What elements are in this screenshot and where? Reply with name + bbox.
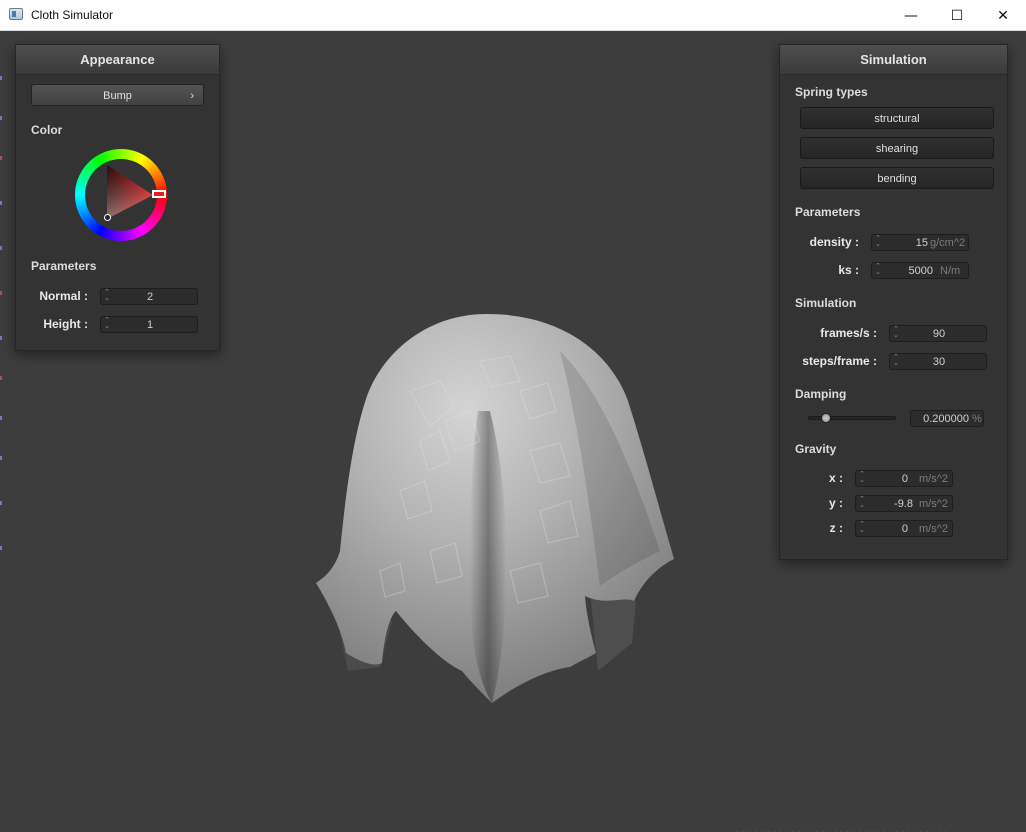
structural-label: structural xyxy=(874,113,920,125)
gravity-x-unit: m/s^2 xyxy=(919,473,948,485)
chevron-right-icon: › xyxy=(190,90,194,102)
density-value: 15 xyxy=(915,237,928,249)
height-value: 1 xyxy=(146,319,154,331)
frames-label: frames/s : xyxy=(820,326,877,340)
gravity-x-value: 0 xyxy=(901,473,908,485)
appearance-parameters-label: Parameters xyxy=(31,259,97,273)
minimize-icon: — xyxy=(904,7,918,24)
spinner-icon[interactable]: ⌃ ⌄ xyxy=(859,496,865,509)
color-wheel[interactable] xyxy=(75,149,167,241)
frames-input[interactable]: ⌃ ⌄ 90 xyxy=(889,325,987,342)
gravity-z-input[interactable]: ⌃ ⌄ 0 m/s^2 xyxy=(855,520,953,537)
appearance-panel-title: Appearance xyxy=(16,45,219,75)
damping-label: Damping xyxy=(795,387,847,401)
frames-value: 90 xyxy=(932,328,946,340)
gravity-z-value: 0 xyxy=(901,523,908,535)
gravity-y-unit: m/s^2 xyxy=(919,498,948,510)
spinner-icon[interactable]: ⌃ ⌄ xyxy=(859,521,865,534)
damping-input[interactable]: 0.200000 % xyxy=(910,410,984,427)
window-title: Cloth Simulator xyxy=(31,8,114,22)
simulation-panel[interactable]: Simulation Spring types structural shear… xyxy=(779,44,1008,560)
color-section-label: Color xyxy=(31,123,63,137)
hue-marker[interactable] xyxy=(152,190,166,198)
spinner-icon[interactable]: ⌃ ⌄ xyxy=(875,235,881,248)
spring-types-label: Spring types xyxy=(795,85,868,99)
maximize-icon: ☐ xyxy=(950,7,964,24)
sim-parameters-label: Parameters xyxy=(795,205,861,219)
structural-button[interactable]: structural xyxy=(800,107,994,129)
shader-select-label: Bump xyxy=(103,90,132,102)
damping-unit: % xyxy=(972,413,982,425)
normal-input[interactable]: ⌃ ⌄ 2 xyxy=(100,288,198,305)
normal-label: Normal : xyxy=(39,289,88,303)
gravity-x-label: x : xyxy=(828,471,843,485)
shearing-label: shearing xyxy=(875,143,919,155)
simulation-section-label: Simulation xyxy=(795,296,857,310)
bending-button[interactable]: bending xyxy=(800,167,994,189)
ks-unit: N/m xyxy=(940,265,961,277)
ks-label: ks : xyxy=(838,263,859,277)
saturation-marker[interactable] xyxy=(104,214,111,221)
cloth-back-fold-right xyxy=(590,591,636,671)
gravity-y-value: -9.8 xyxy=(894,498,913,510)
spinner-icon[interactable]: ⌃ ⌄ xyxy=(859,471,865,484)
damping-slider-knob[interactable] xyxy=(820,413,831,423)
steps-label: steps/frame : xyxy=(802,354,877,368)
steps-value: 30 xyxy=(932,356,946,368)
close-button[interactable]: ✕ xyxy=(980,0,1026,31)
close-icon: ✕ xyxy=(997,7,1009,24)
density-label: density : xyxy=(809,235,859,249)
app-icon xyxy=(9,8,23,20)
simulation-panel-title: Simulation xyxy=(780,45,1007,75)
ks-input[interactable]: ⌃ ⌄ 5000 N/m xyxy=(871,262,969,279)
density-input[interactable]: ⌃ ⌄ 15 g/cm^2 xyxy=(871,234,969,251)
bending-label: bending xyxy=(877,173,917,185)
shader-select-button[interactable]: Bump › xyxy=(31,84,204,106)
damping-value: 0.200000 xyxy=(923,413,969,425)
normal-value: 2 xyxy=(146,291,154,303)
footer-overlay-text: · · · · · · · · · · · · · · · · · · · · … xyxy=(736,826,948,832)
height-input[interactable]: ⌃ ⌄ 1 xyxy=(100,316,198,333)
spinner-icon[interactable]: ⌃ ⌄ xyxy=(875,263,881,276)
gravity-z-label: z : xyxy=(829,521,843,535)
maximize-button[interactable]: ☐ xyxy=(934,0,980,31)
gravity-y-input[interactable]: ⌃ ⌄ -9.8 m/s^2 xyxy=(855,495,953,512)
gravity-x-input[interactable]: ⌃ ⌄ 0 m/s^2 xyxy=(855,470,953,487)
title-bar: Cloth Simulator — ☐ ✕ xyxy=(0,0,1026,31)
shearing-button[interactable]: shearing xyxy=(800,137,994,159)
gravity-label: Gravity xyxy=(795,442,837,456)
gravity-z-unit: m/s^2 xyxy=(919,523,948,535)
gravity-y-label: y : xyxy=(828,496,843,510)
density-unit: g/cm^2 xyxy=(930,237,966,249)
appearance-panel[interactable]: Appearance Bump › Color Parameters Norma… xyxy=(15,44,220,351)
steps-input[interactable]: ⌃ ⌄ 30 xyxy=(889,353,987,370)
height-label: Height : xyxy=(43,317,88,331)
minimize-button[interactable]: — xyxy=(888,0,934,31)
ks-value: 5000 xyxy=(908,265,933,277)
